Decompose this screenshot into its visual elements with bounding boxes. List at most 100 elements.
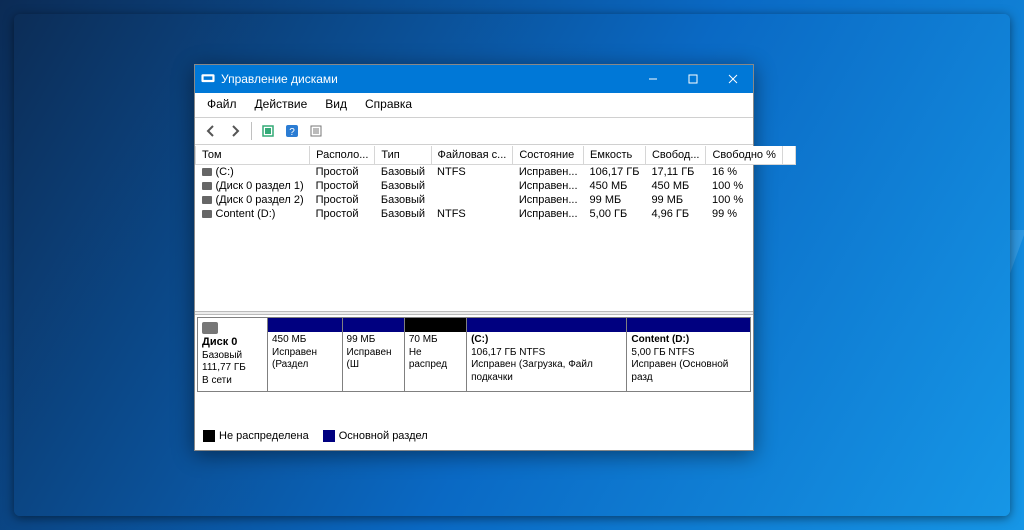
menu-file[interactable]: Файл <box>199 95 245 113</box>
minimize-button[interactable] <box>633 65 673 93</box>
cell-fs <box>431 193 513 207</box>
cell-type: Базовый <box>375 165 431 180</box>
partition-block[interactable]: 450 МБИсправен (Раздел <box>268 318 343 391</box>
col-fs[interactable]: Файловая с... <box>431 146 513 165</box>
col-status[interactable]: Состояние <box>513 146 584 165</box>
menu-action[interactable]: Действие <box>247 95 316 113</box>
list-empty-space <box>195 221 753 311</box>
titlebar[interactable]: Управление дисками <box>195 65 753 93</box>
menubar: Файл Действие Вид Справка <box>195 93 753 118</box>
refresh-button[interactable] <box>258 121 278 141</box>
cell-volume: (Диск 0 раздел 1) <box>196 179 310 193</box>
close-button[interactable] <box>713 65 753 93</box>
menu-help[interactable]: Справка <box>357 95 420 113</box>
maximize-button[interactable] <box>673 65 713 93</box>
partition-bar <box>627 318 750 332</box>
cell-status: Исправен... <box>513 207 584 221</box>
partition-text: (C:)106,17 ГБ NTFSИсправен (Загрузка, Фа… <box>467 332 626 390</box>
partition-bar <box>268 318 342 332</box>
cell-type: Базовый <box>375 207 431 221</box>
partition-bar <box>467 318 626 332</box>
table-row[interactable]: (Диск 0 раздел 2)ПростойБазовый Исправен.… <box>196 193 796 207</box>
disk-management-window: Управление дисками Файл Действие Вид Спр… <box>194 64 754 451</box>
col-type[interactable]: Тип <box>375 146 431 165</box>
drive-icon <box>202 168 212 176</box>
partition-bar <box>343 318 404 332</box>
toolbar: ? <box>195 118 753 145</box>
partition-block[interactable]: 70 МБНе распред <box>405 318 467 391</box>
cell-freepct: 99 % <box>706 207 782 221</box>
cell-freepct: 16 % <box>706 165 782 180</box>
col-free[interactable]: Свобод... <box>645 146 706 165</box>
cell-free: 450 МБ <box>645 179 706 193</box>
cell-free: 4,96 ГБ <box>645 207 706 221</box>
bottom-spacer <box>195 394 753 424</box>
drive-icon <box>202 182 212 190</box>
col-freepct[interactable]: Свободно % <box>706 146 782 165</box>
cell-fs: NTFS <box>431 207 513 221</box>
cell-status: Исправен... <box>513 179 584 193</box>
screenshot-frame: Управление дисками Файл Действие Вид Спр… <box>14 14 1010 516</box>
cell-status: Исправен... <box>513 193 584 207</box>
col-spacer <box>782 146 795 165</box>
cell-cap: 450 МБ <box>584 179 646 193</box>
cell-volume: (C:) <box>196 165 310 180</box>
partition-block[interactable]: Content (D:)5,00 ГБ NTFSИсправен (Основн… <box>627 318 750 391</box>
disk-name: Диск 0 <box>202 336 263 350</box>
disk-size: 111,77 ГБ <box>202 362 263 375</box>
partition-text: 450 МБИсправен (Раздел <box>268 332 342 378</box>
partition-block[interactable]: 99 МБИсправен (Ш <box>343 318 405 391</box>
drive-icon <box>202 196 212 204</box>
cell-fs: NTFS <box>431 165 513 180</box>
cell-cap: 5,00 ГБ <box>584 207 646 221</box>
help-button[interactable]: ? <box>282 121 302 141</box>
col-capacity[interactable]: Емкость <box>584 146 646 165</box>
cell-cap: 99 МБ <box>584 193 646 207</box>
partition-text: Content (D:)5,00 ГБ NTFSИсправен (Основн… <box>627 332 750 390</box>
legend: Не распределена Основной раздел <box>195 424 753 450</box>
cell-free: 17,11 ГБ <box>645 165 706 180</box>
col-volume[interactable]: Том <box>196 146 310 165</box>
partition-block[interactable]: (C:)106,17 ГБ NTFSИсправен (Загрузка, Фа… <box>467 318 627 391</box>
properties-button[interactable] <box>306 121 326 141</box>
cell-volume: Content (D:) <box>196 207 310 221</box>
disk-map: Диск 0 Базовый 111,77 ГБ В сети 450 МБИс… <box>197 317 751 392</box>
cell-freepct: 100 % <box>706 193 782 207</box>
table-row[interactable]: (C:)ПростойБазовыйNTFSИсправен...106,17 … <box>196 165 796 180</box>
splitter[interactable] <box>195 311 753 315</box>
cell-type: Базовый <box>375 193 431 207</box>
drive-icon <box>202 210 212 218</box>
disk-icon <box>202 322 218 334</box>
svg-text:?: ? <box>289 127 295 138</box>
cell-free: 99 МБ <box>645 193 706 207</box>
square-icon <box>203 430 215 442</box>
table-row[interactable]: (Диск 0 раздел 1)ПростойБазовый Исправен.… <box>196 179 796 193</box>
col-layout[interactable]: Располо... <box>310 146 375 165</box>
cell-volume: (Диск 0 раздел 2) <box>196 193 310 207</box>
square-icon <box>323 430 335 442</box>
legend-unallocated: Не распределена <box>203 430 309 442</box>
cell-layout: Простой <box>310 193 375 207</box>
forward-button[interactable] <box>225 121 245 141</box>
cell-status: Исправен... <box>513 165 584 180</box>
window-title: Управление дисками <box>221 72 338 86</box>
cell-fs <box>431 179 513 193</box>
menu-view[interactable]: Вид <box>317 95 355 113</box>
cell-layout: Простой <box>310 207 375 221</box>
cell-layout: Простой <box>310 165 375 180</box>
legend-primary: Основной раздел <box>323 430 428 442</box>
partition-bar <box>405 318 466 332</box>
disk-status: В сети <box>202 375 263 388</box>
cell-type: Базовый <box>375 179 431 193</box>
table-row[interactable]: Content (D:)ПростойБазовыйNTFSИсправен..… <box>196 207 796 221</box>
cell-layout: Простой <box>310 179 375 193</box>
disk-label-block[interactable]: Диск 0 Базовый 111,77 ГБ В сети <box>198 318 268 391</box>
disk-type: Базовый <box>202 350 263 363</box>
volume-list: Том Располо... Тип Файловая с... Состоян… <box>195 145 753 311</box>
app-icon <box>201 72 215 86</box>
toolbar-sep <box>251 122 252 140</box>
partition-text: 99 МБИсправен (Ш <box>343 332 404 378</box>
column-headers: Том Располо... Тип Файловая с... Состоян… <box>196 146 796 165</box>
partition-text: 70 МБНе распред <box>405 332 466 378</box>
back-button[interactable] <box>201 121 221 141</box>
